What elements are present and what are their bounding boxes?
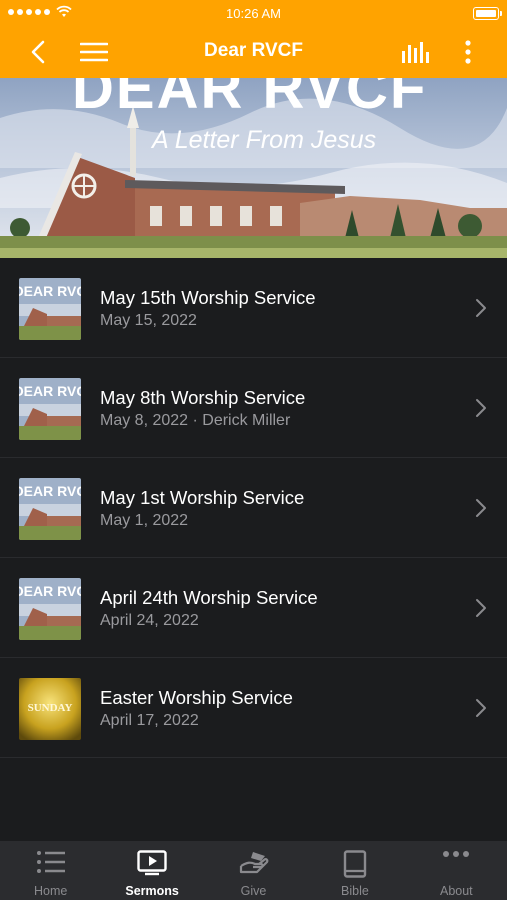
tab-sermons[interactable]: Sermons bbox=[101, 841, 202, 900]
sermon-list-item[interactable]: DEAR RVC May 8th Worship Service May 8, 20… bbox=[0, 358, 507, 458]
series-banner: DEAR RVCF A Letter From Jesus bbox=[0, 78, 507, 258]
tab-bible[interactable]: Bible bbox=[304, 841, 405, 900]
sermon-thumbnail: DEAR RVC bbox=[19, 378, 81, 440]
sermon-title: May 15th Worship Service bbox=[100, 287, 316, 308]
play-screen-icon bbox=[101, 850, 202, 876]
battery-icon bbox=[473, 7, 502, 20]
sermon-title: Easter Worship Service bbox=[100, 687, 293, 708]
chevron-right-icon bbox=[476, 499, 486, 517]
sermon-title: April 24th Worship Service bbox=[100, 587, 318, 608]
sermon-date: May 1, 2022 bbox=[100, 512, 189, 529]
banner-title: DEAR RVCF bbox=[72, 78, 427, 121]
tab-give[interactable]: Give bbox=[203, 841, 304, 900]
tab-label: Give bbox=[240, 884, 267, 898]
chevron-right-icon bbox=[476, 399, 486, 417]
more-options-button[interactable] bbox=[456, 26, 480, 78]
sermon-date: April 17, 2022 bbox=[100, 712, 199, 729]
thumb-text: DEAR RVC bbox=[19, 383, 81, 399]
chevron-right-icon bbox=[476, 599, 486, 617]
status-bar: 10:26 AM bbox=[0, 0, 507, 26]
more-dots-icon bbox=[406, 850, 507, 858]
sermon-thumbnail: DEAR RVC bbox=[19, 478, 81, 540]
status-time: 10:26 AM bbox=[226, 6, 281, 21]
tab-about[interactable]: About bbox=[406, 841, 507, 900]
tab-label: Bible bbox=[341, 884, 369, 898]
list-icon bbox=[0, 850, 101, 874]
audio-bars-icon bbox=[402, 42, 429, 63]
tab-bar: Home Sermons Give Bible About bbox=[0, 841, 507, 900]
sermon-thumbnail: DEAR RVC bbox=[19, 578, 81, 640]
book-icon bbox=[304, 850, 405, 878]
tab-label: About bbox=[439, 884, 473, 898]
navigation-bar: Dear RVCF bbox=[0, 26, 507, 78]
sermon-thumbnail: DEAR RVC bbox=[19, 278, 81, 340]
sermon-title: May 1st Worship Service bbox=[100, 487, 305, 508]
banner-subtitle: A Letter From Jesus bbox=[150, 126, 376, 154]
tab-label: Sermons bbox=[125, 884, 179, 898]
audio-button[interactable] bbox=[396, 26, 436, 78]
thumb-text: SUNDAY bbox=[28, 702, 73, 714]
sermon-list-item[interactable]: DEAR RVC May 15th Worship Service May 15, … bbox=[0, 258, 507, 358]
tab-home[interactable]: Home bbox=[0, 841, 101, 900]
thumb-text: DEAR RVC bbox=[19, 483, 81, 499]
sermon-date: April 24, 2022 bbox=[100, 612, 199, 629]
thumb-text: DEAR RVC bbox=[19, 583, 81, 599]
vertical-dots-icon bbox=[465, 40, 471, 64]
sermon-date: May 15, 2022 bbox=[100, 312, 197, 329]
chevron-right-icon bbox=[476, 299, 486, 317]
chevron-right-icon bbox=[476, 699, 486, 717]
giving-hand-icon bbox=[203, 850, 304, 874]
sermon-list-item[interactable]: DEAR RVC May 1st Worship Service May 1, 20… bbox=[0, 458, 507, 558]
thumb-text: DEAR RVC bbox=[19, 283, 81, 299]
sermon-title: May 8th Worship Service bbox=[100, 387, 306, 408]
sermon-list-item[interactable]: SUNDAY Easter Worship Service April 17, 20… bbox=[0, 658, 507, 758]
sermon-list: DEAR RVC May 15th Worship Service May 15, … bbox=[0, 258, 507, 758]
sermon-date: May 8, 2022 · Derick Miller bbox=[100, 412, 291, 429]
sermon-list-item[interactable]: DEAR RVC April 24th Worship Service April … bbox=[0, 558, 507, 658]
tab-label: Home bbox=[34, 884, 68, 898]
sermon-thumbnail: SUNDAY bbox=[19, 678, 81, 740]
